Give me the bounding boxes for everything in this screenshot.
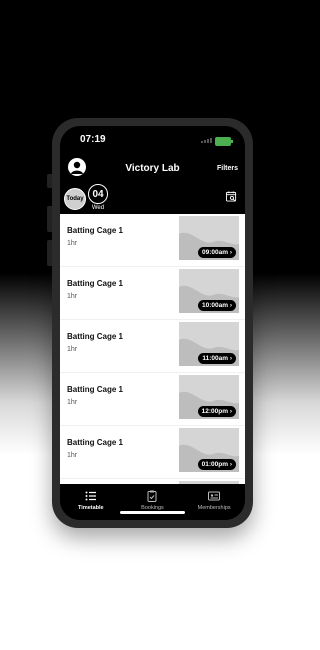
- battery-icon: [215, 137, 233, 146]
- time-slot-label: 12:00pm: [201, 408, 229, 415]
- home-indicator[interactable]: [120, 511, 185, 514]
- booking-name: Batting Cage 1: [67, 332, 124, 341]
- booking-thumbnail: 12:00pm ›: [179, 375, 239, 419]
- time-slot-label: 11:00am: [202, 355, 229, 362]
- today-button[interactable]: Today: [64, 188, 86, 210]
- timetable-list: Batting Cage 1 1hr 09:00am › Batting Cag…: [60, 214, 245, 484]
- tab-label: Timetable: [78, 505, 104, 511]
- day-number: 04: [88, 184, 108, 204]
- clipboard-icon: [147, 490, 157, 502]
- chevron-right-icon: ›: [229, 408, 232, 415]
- booking-duration: 1hr: [67, 399, 78, 406]
- booking-thumbnail: 11:00am ›: [179, 322, 239, 366]
- filters-button[interactable]: Filters: [217, 165, 238, 172]
- booking-duration: 1hr: [67, 240, 78, 247]
- booking-duration: 1hr: [67, 452, 78, 459]
- tab-bookings[interactable]: Bookings: [127, 490, 177, 511]
- status-time: 07:19: [80, 134, 106, 145]
- chevron-right-icon: ›: [229, 355, 232, 362]
- time-slot-button[interactable]: 09:00am ›: [197, 247, 236, 258]
- list-item[interactable]: Batting Cage 1 1hr 01:00pm ›: [60, 426, 245, 479]
- tab-label: Memberships: [197, 505, 231, 511]
- time-slot-label: 09:00am: [201, 249, 229, 256]
- chevron-right-icon: ›: [229, 249, 232, 256]
- card-icon: [208, 491, 221, 501]
- list-icon: [85, 491, 96, 501]
- tab-memberships[interactable]: Memberships: [189, 490, 239, 511]
- side-button: [47, 240, 52, 266]
- time-slot-button[interactable]: 10:00am ›: [197, 300, 236, 311]
- time-slot-label: 01:00pm: [201, 461, 229, 468]
- time-slot-button[interactable]: 01:00pm ›: [197, 459, 236, 470]
- signal-icon: [201, 138, 212, 143]
- list-item[interactable]: Batting Cage 1 1hr 11:00am ›: [60, 320, 245, 373]
- booking-name: Batting Cage 1: [67, 438, 124, 447]
- screen: 07:19 Victory Lab Filters Today 04 Wed B…: [60, 126, 245, 520]
- booking-name: Batting Cage 1: [67, 226, 124, 235]
- day-name: Wed: [91, 205, 105, 211]
- booking-duration: 1hr: [67, 293, 78, 300]
- phone-frame: 07:19 Victory Lab Filters Today 04 Wed B…: [47, 118, 253, 528]
- date-bar: Today 04 Wed: [60, 184, 245, 214]
- app-header: Victory Lab Filters: [60, 154, 245, 184]
- chevron-right-icon: ›: [229, 461, 232, 468]
- list-item[interactable]: Batting Cage 1 1hr 10:00am ›: [60, 267, 245, 320]
- booking-thumbnail: 01:00pm ›: [179, 428, 239, 472]
- date-selector-day[interactable]: 04 Wed: [87, 184, 109, 211]
- time-slot-button[interactable]: 11:00am ›: [198, 353, 236, 364]
- booking-name: Batting Cage 1: [67, 385, 124, 394]
- booking-name: Batting Cage 1: [67, 279, 124, 288]
- booking-thumbnail: 10:00am ›: [179, 269, 239, 313]
- booking-duration: 1hr: [67, 346, 78, 353]
- chevron-right-icon: ›: [229, 302, 232, 309]
- side-button: [47, 206, 52, 232]
- status-bar: 07:19: [60, 134, 245, 148]
- booking-thumbnail: 09:00am ›: [179, 216, 239, 260]
- tab-timetable[interactable]: Timetable: [66, 490, 116, 511]
- list-item[interactable]: Batting Cage 1 1hr 09:00am ›: [60, 214, 245, 267]
- time-slot-button[interactable]: 12:00pm ›: [197, 406, 236, 417]
- bottom-tab-bar: Timetable Bookings Memberships: [60, 484, 245, 520]
- calendar-search-icon[interactable]: [226, 191, 237, 202]
- side-button: [47, 174, 52, 188]
- list-item[interactable]: Batting Cage 1 1hr 12:00pm ›: [60, 373, 245, 426]
- time-slot-label: 10:00am: [201, 302, 229, 309]
